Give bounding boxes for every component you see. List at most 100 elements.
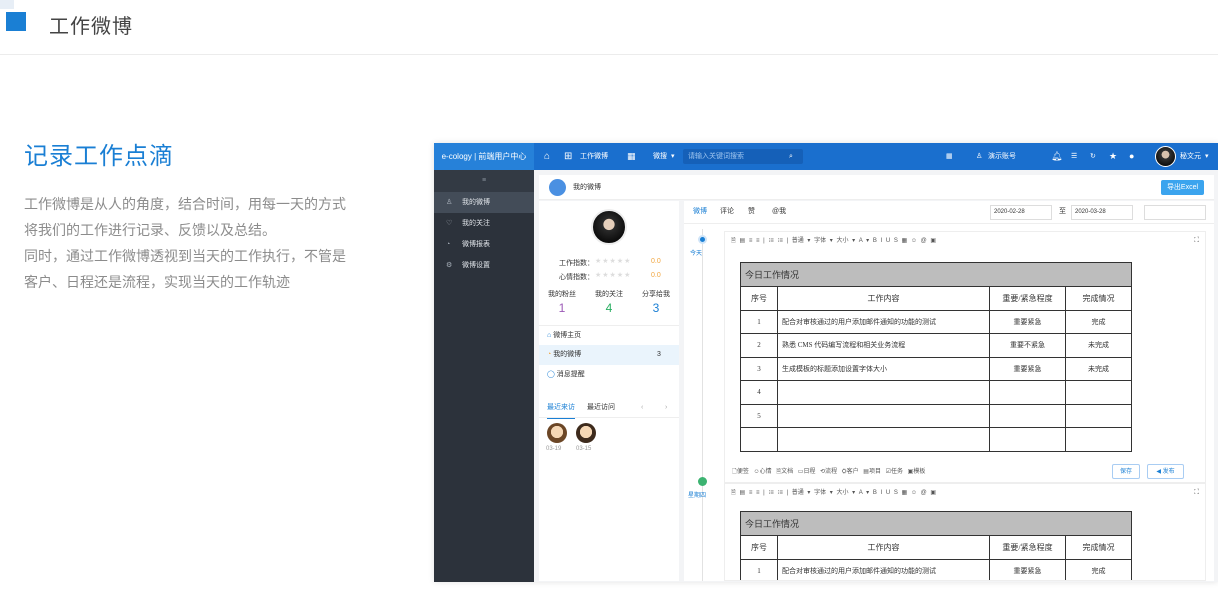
sidebar-item-settings[interactable]: ⚙ 微博设置 (434, 255, 534, 276)
chevron-right-icon[interactable]: › (665, 398, 667, 418)
editor-thursday[interactable]: 🗎 ▤ ≡ ≡ | ⁝≡ ⁝≡ | 普通 ▾ 字体 ▾ 大小 ▾ A ▾ B I… (724, 483, 1206, 581)
menu-label: 微博主页 (553, 332, 582, 339)
intro-line: 客户、日程还是流程，实现当天的工作轨迹 (24, 274, 290, 290)
menu-messages[interactable]: ◯ 消息提醒 (539, 365, 679, 385)
main-content: 我的微博 导出Excel 工作指数： ★★★★★ 0.0 心情指数： ★★★★★… (534, 170, 1218, 582)
table-cell: 重要紧急 (989, 356, 1066, 381)
editor-toolbar[interactable]: 🗎 ▤ ≡ ≡ | ⁝≡ ⁝≡ | 普通 ▾ 字体 ▾ 大小 ▾ A ▾ B I… (731, 232, 936, 250)
table-cell: 4 (740, 380, 778, 405)
chevron-left-icon[interactable]: ‹ (641, 398, 643, 418)
intro-line: 将我们的工作进行记录、反馈以及总结。 (24, 222, 276, 238)
column-header: 序号 (740, 535, 778, 560)
module-title[interactable]: 工作微博 (580, 143, 608, 170)
table-cell: 配合对审核通过的用户添加邮件通知的功能的测试 (777, 558, 990, 580)
editor-today[interactable]: 🗎 ▤ ≡ ≡ | ⁝≡ ⁝≡ | 普通 ▾ 字体 ▾ 大小 ▾ A ▾ B I… (724, 231, 1206, 483)
search-placeholder: 请输入关键词搜索 (688, 153, 744, 160)
stat-shared[interactable]: 分享给我 3 (633, 289, 679, 315)
timeline-line (702, 229, 703, 581)
menu-label: 消息提醒 (556, 371, 585, 378)
date-to-input[interactable]: 2020-03-28 (1071, 205, 1133, 220)
table-row: 3 生成模板的标题添加设置字体大小 重要紧急 未完成 (740, 356, 1132, 381)
grid-icon[interactable]: ⊞ (564, 143, 572, 170)
intro-line: 工作微博是从人的角度，结合时间，用每一天的方式 (24, 196, 346, 212)
gear-icon: ⚙ (446, 262, 453, 269)
tab-mentions[interactable]: @我 (772, 201, 786, 223)
column-header: 序号 (740, 286, 778, 311)
tab-recent-visits[interactable]: 最近访问 (587, 398, 615, 418)
sidebar-item-my-weibo[interactable]: ♙ 我的微博 (434, 192, 534, 213)
table-cell: 完成 (1065, 309, 1132, 334)
export-excel-button[interactable]: 导出Excel (1161, 180, 1204, 195)
calendar-icon[interactable]: ▦ (946, 143, 953, 170)
work-stars: ★★★★★ (595, 258, 632, 265)
sidebar-item-report[interactable]: ◔ 微博报表 (434, 234, 534, 255)
sidebar: ≡ ♙ 我的微博 ♡ 我的关注 ◔ 微博报表 ⚙ 微博设置 (434, 170, 534, 582)
stat-label: 我的关注 (595, 291, 623, 298)
menu-label: 我的微博 (553, 351, 582, 358)
list-icon[interactable]: ☰ (1071, 143, 1077, 170)
avatar[interactable] (1155, 146, 1176, 167)
table-cell (777, 380, 990, 405)
sidebar-item-following[interactable]: ♡ 我的关注 (434, 213, 534, 234)
weibo-icon: ◔ (547, 351, 552, 358)
search-input[interactable]: 请输入关键词搜索 ⌕ (683, 149, 803, 164)
weibo-logo-icon (549, 179, 566, 196)
stat-following[interactable]: 我的关注 4 (586, 289, 632, 315)
table-cell (989, 403, 1066, 428)
date-from-input[interactable]: 2020-02-28 (990, 205, 1052, 220)
stat-value: 4 (605, 301, 613, 315)
user-icon[interactable]: ♙ (976, 143, 982, 170)
timeline-search-input[interactable] (1144, 205, 1206, 220)
visitor-avatar[interactable] (547, 423, 567, 443)
table-cell: 2 (740, 333, 778, 358)
table-row (740, 427, 1132, 452)
search-scope[interactable]: 微搜 (653, 143, 667, 170)
table-cell (1065, 403, 1132, 428)
tab-comments[interactable]: 评论 (720, 201, 734, 223)
editor-toolbar[interactable]: 🗎 ▤ ≡ ≡ | ⁝≡ ⁝≡ | 普通 ▾ 字体 ▾ 大小 ▾ A ▾ B I… (731, 484, 936, 502)
save-button[interactable]: 保存 (1112, 464, 1140, 479)
home-icon[interactable]: ⌂ (544, 143, 550, 170)
tab-recent-visitors[interactable]: 最近来访 (547, 398, 575, 419)
chevron-down-icon[interactable]: ▾ (1205, 143, 1209, 170)
title-square-icon (6, 12, 26, 31)
visitor-tabs: 最近来访 最近访问 ‹ › (539, 398, 679, 419)
sidebar-item-label: 微博设置 (462, 262, 490, 269)
table-cell (1065, 380, 1132, 405)
stat-followers[interactable]: 我的粉丝 1 (539, 289, 585, 315)
table-cell: 1 (740, 558, 778, 580)
fullscreen-icon[interactable]: ⛶ (1194, 484, 1199, 502)
search-icon[interactable]: ⌕ (789, 149, 793, 164)
column-header: 完成情况 (1065, 535, 1132, 560)
intro-heading: 记录工作点滴 (24, 143, 174, 170)
visit-date: 03-19 (546, 446, 562, 452)
table-cell: 3 (740, 356, 778, 381)
table-cell (989, 380, 1066, 405)
visitor-avatar[interactable] (576, 423, 596, 443)
apps-icon[interactable]: ▦ (627, 143, 636, 170)
tab-weibo[interactable]: 微博 (693, 201, 707, 223)
app-brand[interactable]: e-cology | 前端用户中心 (434, 143, 534, 170)
table-cell: 完成 (1065, 558, 1132, 580)
chevron-down-icon[interactable]: ▾ (671, 143, 675, 170)
publish-button[interactable]: ◀ 发布 (1147, 464, 1184, 479)
fullscreen-icon[interactable]: ⛶ (1194, 232, 1199, 250)
table-cell: 重要不紧急 (989, 333, 1066, 358)
profile-avatar[interactable] (591, 209, 627, 245)
star-icon[interactable]: ★ (1109, 143, 1117, 170)
menu-weibo-home[interactable]: ⌂ 微博主页 (539, 325, 679, 345)
menu-toggle-icon[interactable]: ≡ (434, 170, 534, 192)
work-score: 0.0 (651, 258, 661, 265)
refresh-icon[interactable]: ↻ (1090, 143, 1096, 170)
attachment-toolbar[interactable]: 🗋便签 ☺心情 🗎文档 ▭日程 ⟲流程 ⛭客户 ▤项目 ☑任务 ▣模板 (732, 465, 925, 479)
menu-my-weibo[interactable]: ◔ 我的微博 3 (539, 345, 679, 365)
demo-account[interactable]: 演示账号 (988, 143, 1016, 170)
bell-icon[interactable]: 🔔︎ (1051, 143, 1062, 170)
tab-likes[interactable]: 赞 (748, 201, 755, 223)
table-cell: 未完成 (1065, 356, 1132, 381)
chat-icon[interactable]: ● (1129, 143, 1134, 170)
table-cell: 重要紧急 (989, 558, 1066, 580)
table-cell (777, 403, 990, 428)
column-header: 工作内容 (777, 286, 990, 311)
user-name[interactable]: 秘文元 (1180, 143, 1201, 170)
